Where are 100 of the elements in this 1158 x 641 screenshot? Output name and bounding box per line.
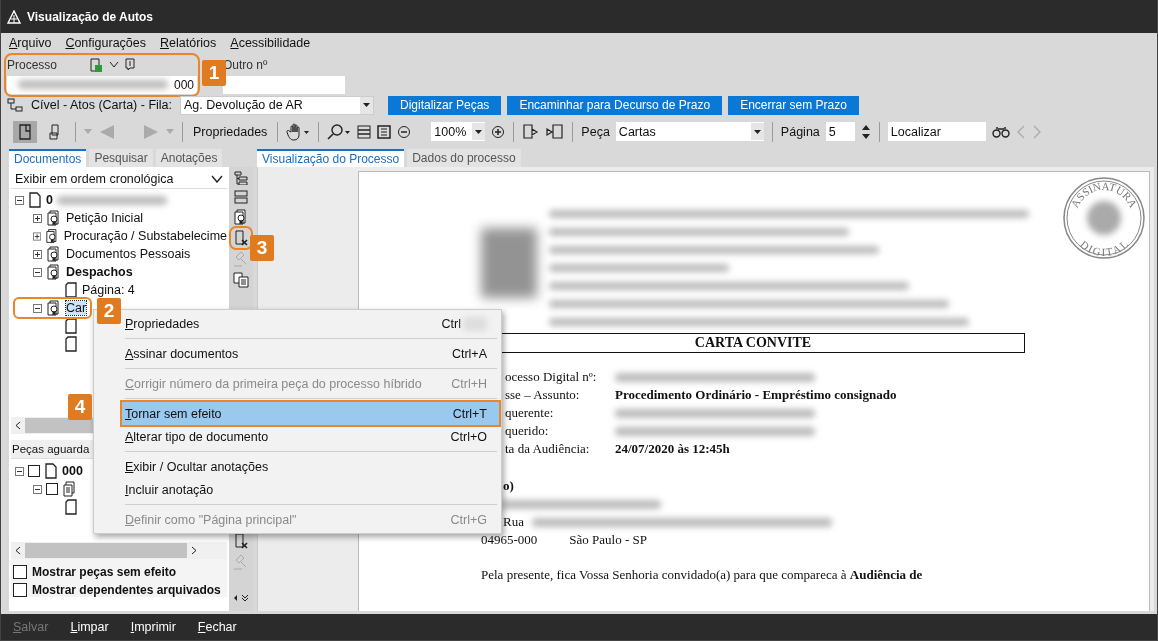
dropdown-arrow-icon[interactable] xyxy=(753,129,761,134)
field-value: 24/07/2020 às 12:45h xyxy=(615,441,731,457)
binoculars-icon[interactable] xyxy=(991,125,1010,138)
panel-tab[interactable]: Pesquisar xyxy=(89,149,153,167)
zoom-in-icon[interactable] xyxy=(491,124,506,139)
certificate-stack-icon xyxy=(233,209,249,225)
document-icon xyxy=(28,192,42,208)
field-label: sse – Assunto: xyxy=(505,387,581,403)
document-remove-icon[interactable] xyxy=(233,230,249,246)
field-label: querente: xyxy=(505,405,555,421)
page-import-icon[interactable] xyxy=(546,122,565,141)
queue-select[interactable]: Ag. Devolução de AR xyxy=(180,95,374,115)
scroll-right-icon[interactable] xyxy=(191,546,197,555)
callout-badge: 4 xyxy=(68,394,92,420)
tree-item[interactable]: Car xyxy=(66,301,87,315)
tree-item[interactable]: Documentos Pessoais xyxy=(66,247,191,261)
footer-button[interactable]: Imprimir xyxy=(130,620,176,634)
menu-item[interactable]: Configurações xyxy=(65,36,146,54)
zip-code: 04965-000 xyxy=(481,531,538,549)
tree-item[interactable]: 0 xyxy=(46,193,53,207)
page-label: Página xyxy=(780,124,820,139)
document-remove-icon[interactable] xyxy=(233,533,249,549)
info-icon[interactable] xyxy=(125,58,136,72)
process-number-field[interactable]: 000 xyxy=(7,75,197,94)
scroll-left-icon[interactable] xyxy=(15,546,21,555)
footer-button[interactable]: Fechar xyxy=(197,620,237,634)
fit-page-icon[interactable] xyxy=(377,124,392,139)
scrollbar-thumb[interactable] xyxy=(25,543,187,558)
footer-button[interactable]: Limpar xyxy=(70,620,109,634)
tree-item[interactable]: Despachos xyxy=(66,265,133,279)
collapse-icon[interactable] xyxy=(33,484,42,494)
expand-icon[interactable] xyxy=(33,231,42,241)
field-label: querido: xyxy=(505,423,550,439)
expand-icon[interactable] xyxy=(33,249,42,259)
document-add-icon[interactable] xyxy=(89,57,104,72)
recipient-text: o) xyxy=(503,478,514,493)
callout-badge: 2 xyxy=(97,298,121,324)
field-label: ocesso Digital nº: xyxy=(505,369,598,385)
page-view-button[interactable] xyxy=(13,120,37,143)
tree-item[interactable]: 000 xyxy=(62,464,83,478)
copy-pages-icon[interactable] xyxy=(233,272,249,288)
menu-item[interactable]: Relatórios xyxy=(160,36,217,54)
zoom-out-icon[interactable] xyxy=(397,124,412,139)
scroll-left-icon[interactable] xyxy=(15,421,21,430)
chevron-down-icon[interactable] xyxy=(211,174,223,183)
checkbox[interactable] xyxy=(46,483,58,495)
chevron-down-icon[interactable] xyxy=(109,60,120,69)
field-label: Processo xyxy=(7,57,58,72)
stamp-text: DIGITAL xyxy=(1077,237,1131,259)
checkbox[interactable] xyxy=(13,583,27,597)
checkbox-label[interactable]: Mostrar peças sem efeito xyxy=(32,565,177,579)
piece-select[interactable]: Cartas xyxy=(615,122,764,141)
search-field[interactable]: Localizar xyxy=(887,122,986,141)
expand-icon[interactable] xyxy=(33,213,42,223)
collapse-icon[interactable] xyxy=(33,267,42,277)
zoom-select[interactable]: 100% xyxy=(431,122,486,141)
panel-tab[interactable]: Documentos xyxy=(9,149,87,167)
collapse-icon[interactable] xyxy=(15,466,24,476)
piece-label: Peça xyxy=(581,124,610,139)
certificate-stack-icon xyxy=(46,300,62,316)
checkbox[interactable] xyxy=(13,565,27,579)
scroll-arrows-icon[interactable] xyxy=(233,594,249,602)
street-text: Rua xyxy=(503,513,524,531)
viewer-tab[interactable]: Visualização do Processo xyxy=(257,149,405,167)
tree-view-icon[interactable] xyxy=(234,171,248,185)
checkbox[interactable] xyxy=(28,465,40,477)
hierarchy-icon[interactable] xyxy=(7,98,23,112)
action-button[interactable]: Digitalizar Peças xyxy=(388,95,502,115)
tree-item[interactable]: Página: 4 xyxy=(82,283,135,297)
order-select[interactable]: Exibir em ordem cronológica xyxy=(11,169,227,189)
page-icon xyxy=(18,123,32,140)
page-icon xyxy=(64,336,78,352)
dropdown-arrow-icon[interactable] xyxy=(363,103,370,107)
zoom-icon[interactable] xyxy=(327,122,352,141)
menu-item[interactable]: Arquivo xyxy=(9,36,52,54)
other-number-field[interactable] xyxy=(223,75,345,94)
queue-label: Cível - Atos (Carta) - Fila: xyxy=(31,98,172,112)
field-value: Procedimento Ordinário - Empréstimo consignado xyxy=(615,387,898,403)
city-text: São Paulo - SP xyxy=(569,531,647,549)
page-icon xyxy=(64,499,78,515)
dropdown-arrow-icon[interactable] xyxy=(475,129,483,134)
collapse-icon[interactable] xyxy=(33,303,42,313)
panel-tab[interactable]: Anotações xyxy=(155,149,223,167)
hand-icon[interactable] xyxy=(286,122,311,141)
collapse-icon[interactable] xyxy=(15,195,24,205)
tree-item[interactable]: Petição Inicial xyxy=(66,211,144,225)
action-button[interactable]: Encerrar sem Prazo xyxy=(728,95,859,115)
action-button[interactable]: Encaminhar para Decurso de Prazo xyxy=(507,95,723,115)
collapse-all-icon[interactable] xyxy=(234,190,248,204)
properties-button[interactable]: Propriedades xyxy=(191,124,270,139)
fit-width-icon[interactable] xyxy=(357,124,372,139)
context-menu-item[interactable]: Propriedades Ctrl xyxy=(122,312,499,335)
checkbox-label[interactable]: Mostrar dependentes arquivados xyxy=(32,583,221,597)
context-menu-item[interactable]: Tornar sem efeito Ctrl+T xyxy=(122,402,499,425)
context-menu-item[interactable]: Incluir anotação xyxy=(122,478,499,501)
menu-item[interactable]: Acessibilidade xyxy=(230,36,311,54)
page-field[interactable]: 5 xyxy=(825,122,855,141)
viewer-tab[interactable]: Dados do processo xyxy=(407,149,521,167)
tree-item[interactable]: Procuração / Substabelecime xyxy=(63,229,227,243)
certificate-stack-icon xyxy=(46,264,62,280)
